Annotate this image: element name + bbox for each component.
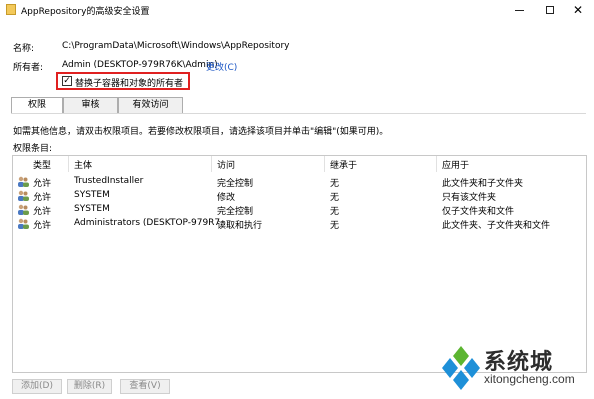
column-divider	[211, 156, 212, 172]
cell-inherited: 无	[330, 193, 340, 203]
cell-principal: Administrators (DESKTOP-979R7...	[74, 218, 229, 228]
name-value: C:\ProgramData\Microsoft\Windows\AppRepo…	[62, 41, 290, 51]
cell-applies: 此文件夹和子文件夹	[442, 179, 524, 189]
watermark-en: xitongcheng.com	[484, 372, 575, 386]
cell-applies: 只有该文件夹	[442, 193, 497, 203]
table-row[interactable]: 允许 TrustedInstaller 完全控制 无 此文件夹和子文件夹	[13, 175, 586, 189]
user-group-icon	[18, 190, 29, 201]
cell-access: 完全控制	[217, 179, 254, 189]
add-button[interactable]: 添加(D)	[12, 379, 62, 394]
folder-icon	[6, 4, 16, 15]
tab-effective-access[interactable]: 有效访问	[118, 97, 183, 113]
user-group-icon	[18, 204, 29, 215]
column-header-access[interactable]: 访问	[217, 158, 235, 171]
column-divider	[436, 156, 437, 172]
view-button[interactable]: 查看(V)	[120, 379, 170, 394]
column-divider	[324, 156, 325, 172]
minimize-button[interactable]	[504, 0, 534, 20]
cell-access: 修改	[217, 193, 236, 203]
change-owner-link[interactable]: 更改(C)	[206, 60, 237, 73]
user-group-icon	[18, 176, 29, 187]
cell-applies: 此文件夹、子文件夹和文件	[442, 221, 551, 231]
cell-inherited: 无	[330, 221, 340, 231]
tab-panel-divider	[11, 113, 586, 114]
maximize-icon	[546, 6, 554, 14]
cell-type: 允许	[33, 207, 52, 217]
watermark-logo: 系统城 xitongcheng.com	[440, 342, 590, 398]
info-text: 如需其他信息，请双击权限项目。若要修改权限项目，请选择该项目并单击"编辑"(如果…	[13, 127, 389, 137]
cell-type: 允许	[33, 179, 52, 189]
permission-entries-label: 权限条目:	[13, 144, 53, 154]
column-header-applies[interactable]: 应用于	[442, 158, 469, 171]
owner-label: 所有者:	[13, 63, 44, 73]
table-row[interactable]: 允许 SYSTEM 完全控制 无 仅子文件夹和文件	[13, 203, 586, 217]
close-icon: ✕	[572, 3, 584, 17]
cell-type: 允许	[33, 193, 52, 203]
tab-permissions[interactable]: 权限	[11, 97, 63, 114]
tab-auditing[interactable]: 审核	[63, 97, 118, 113]
checkmark-icon: ✓	[63, 76, 71, 86]
cell-principal: SYSTEM	[74, 190, 110, 200]
cell-access: 完全控制	[217, 207, 254, 217]
user-group-icon	[18, 218, 29, 229]
cell-principal: TrustedInstaller	[74, 176, 144, 186]
cell-type: 允许	[33, 221, 52, 231]
cell-inherited: 无	[330, 179, 340, 189]
cell-access: 读取和执行	[217, 221, 263, 231]
diamond-logo-icon	[442, 346, 480, 390]
name-label: 名称:	[13, 44, 35, 54]
minimize-icon	[514, 9, 524, 11]
remove-button[interactable]: 删除(R)	[67, 379, 112, 394]
close-button[interactable]: ✕	[563, 0, 593, 20]
cell-principal: SYSTEM	[74, 204, 110, 214]
replace-owner-label: 替换子容器和对象的所有者	[75, 79, 184, 89]
table-row[interactable]: 允许 Administrators (DESKTOP-979R7... 读取和执…	[13, 217, 586, 231]
advanced-security-window: AppRepository的高级安全设置 ✕ 名称: C:\ProgramDat…	[0, 0, 594, 399]
title-bar: AppRepository的高级安全设置 ✕	[0, 0, 594, 20]
maximize-button[interactable]	[535, 0, 565, 20]
replace-owner-checkbox[interactable]: ✓	[62, 76, 72, 86]
column-header-principal[interactable]: 主体	[74, 158, 92, 171]
owner-value: Admin (DESKTOP-979R76K\Admin)	[62, 60, 218, 70]
cell-applies: 仅子文件夹和文件	[442, 207, 515, 217]
column-header-type[interactable]: 类型	[33, 158, 51, 171]
column-header-inherited[interactable]: 继承于	[330, 158, 357, 171]
cell-inherited: 无	[330, 207, 340, 217]
table-row[interactable]: 允许 SYSTEM 修改 无 只有该文件夹	[13, 189, 586, 203]
column-divider	[68, 156, 69, 172]
permission-entries-table[interactable]: 类型 主体 访问 继承于 应用于 允许 TrustedInstaller 完全控…	[12, 155, 587, 373]
window-title: AppRepository的高级安全设置	[21, 7, 150, 17]
